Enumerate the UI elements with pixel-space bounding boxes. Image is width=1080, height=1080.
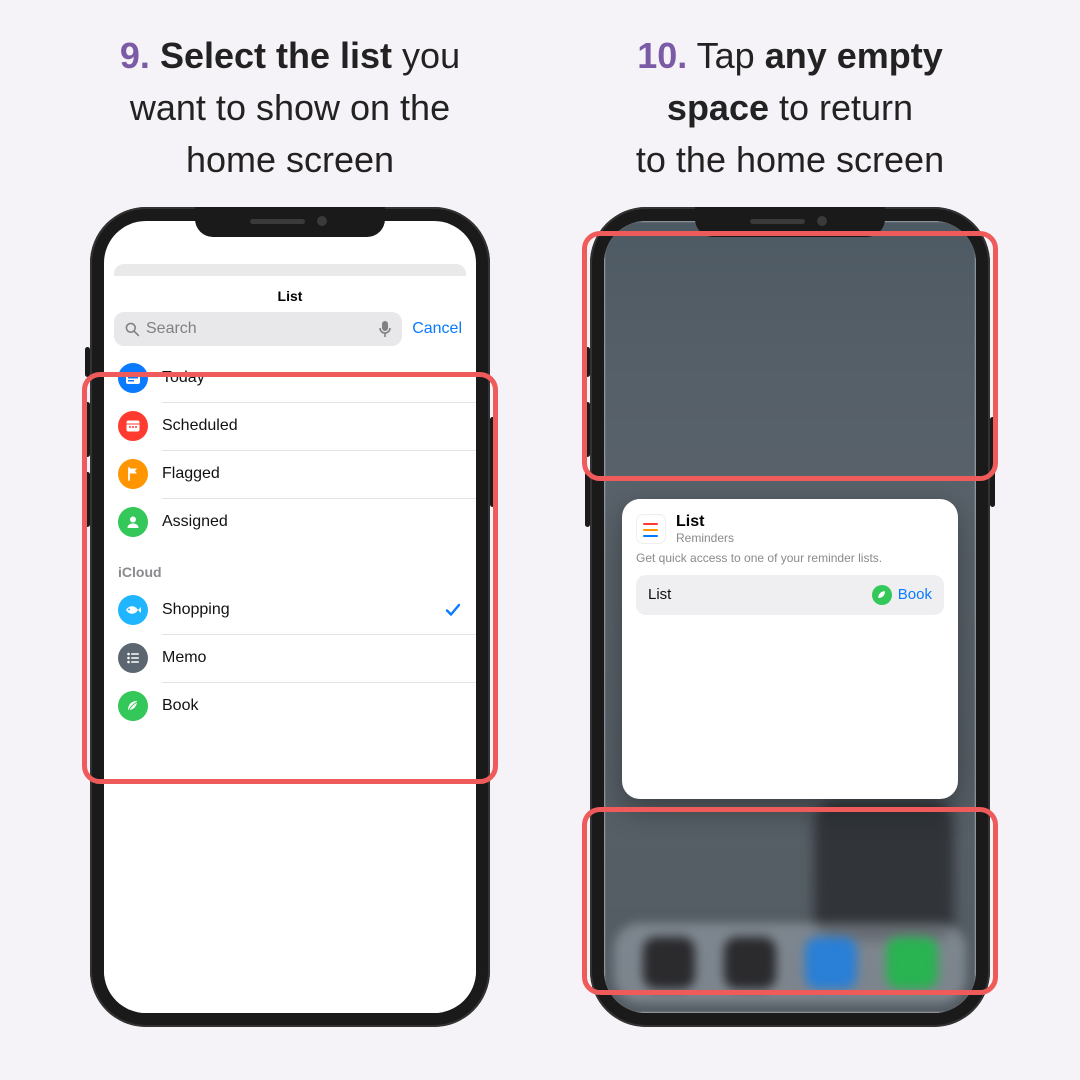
list-item-today[interactable]: Today (104, 354, 476, 402)
volume-up (585, 402, 590, 457)
volume-down (585, 472, 590, 527)
leaf-icon (118, 691, 148, 721)
list-item-memo[interactable]: Memo (104, 634, 476, 682)
icloud-section-header: iCloud (104, 546, 476, 586)
widget-config-popover[interactable]: List Reminders Get quick access to one o… (622, 499, 958, 799)
person-icon (118, 507, 148, 537)
list-item-label: Assigned (162, 513, 462, 531)
list-icon (118, 643, 148, 673)
step-9-number: 9. (120, 35, 150, 76)
fish-icon (118, 595, 148, 625)
step-10-caption: 10. Tap any empty space to return to the… (626, 0, 954, 207)
reminders-app-icon (636, 514, 666, 544)
cancel-button[interactable]: Cancel (412, 320, 466, 338)
row-value: Book (872, 585, 932, 605)
leaf-icon (872, 585, 892, 605)
list-item-label: Flagged (162, 465, 462, 483)
step-10-bold: any empty (765, 35, 943, 76)
step-9-caption: 9. Select the list you want to show on t… (110, 0, 470, 207)
step-9-bold: Select the list (160, 35, 392, 76)
screen-left: List Search Cancel (104, 221, 476, 1013)
phone-left: List Search Cancel (90, 207, 490, 1027)
blurred-widget (814, 801, 954, 941)
mic-icon[interactable] (378, 320, 392, 338)
power-button (490, 417, 495, 507)
power-button (990, 417, 995, 507)
search-icon (124, 321, 140, 337)
icloud-lists: Shopping Memo (104, 586, 476, 730)
search-input[interactable]: Search (114, 312, 402, 346)
list-selector-row[interactable]: List Book (636, 575, 944, 615)
flag-icon (118, 459, 148, 489)
list-item-label: Shopping (162, 601, 444, 619)
blurred-dock (614, 923, 966, 1003)
sheet-title: List (104, 276, 476, 312)
list-item-flagged[interactable]: Flagged (104, 450, 476, 498)
step-10-number: 10. (637, 35, 687, 76)
search-placeholder: Search (146, 320, 372, 338)
mute-switch (85, 347, 90, 377)
notch (195, 207, 385, 237)
popover-description: Get quick access to one of your reminder… (636, 551, 944, 565)
step-10: 10. Tap any empty space to return to the… (550, 0, 1030, 1080)
row-key: List (648, 586, 872, 603)
list-item-scheduled[interactable]: Scheduled (104, 402, 476, 450)
popover-title: List (676, 513, 734, 531)
today-icon (118, 363, 148, 393)
popover-subtitle: Reminders (676, 531, 734, 545)
list-item-assigned[interactable]: Assigned (104, 498, 476, 546)
list-item-label: Book (162, 697, 462, 715)
volume-down (85, 472, 90, 527)
search-row: Search Cancel (104, 312, 476, 354)
popover-header: List Reminders (636, 513, 944, 545)
notch (695, 207, 885, 237)
step-9: 9. Select the list you want to show on t… (50, 0, 530, 1080)
checkmark-icon (444, 601, 462, 619)
list-item-shopping[interactable]: Shopping (104, 586, 476, 634)
list-item-book[interactable]: Book (104, 682, 476, 730)
list-item-label: Today (162, 369, 462, 387)
volume-up (85, 402, 90, 457)
list-item-label: Memo (162, 649, 462, 667)
smart-lists: Today Scheduled Flagged (104, 354, 476, 546)
screen-right: List Reminders Get quick access to one o… (604, 221, 976, 1013)
list-item-label: Scheduled (162, 417, 462, 435)
list-picker-sheet: List Search Cancel (104, 276, 476, 1013)
calendar-icon (118, 411, 148, 441)
phone-right: List Reminders Get quick access to one o… (590, 207, 990, 1027)
mute-switch (585, 347, 590, 377)
